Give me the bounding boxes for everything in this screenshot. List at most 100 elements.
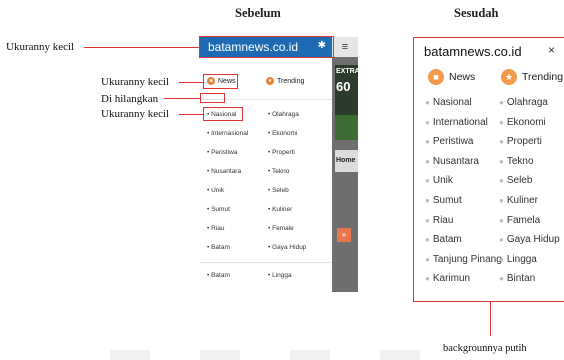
after-menu-item[interactable]: ● Riau — [425, 215, 453, 226]
before-extra-right-label: Lingga — [272, 272, 292, 279]
before-menu-item[interactable]: • Tekno — [268, 168, 289, 175]
before-menu-item-label: Ekonomi — [272, 130, 298, 137]
before-menu-item[interactable]: • Ekonomi — [268, 130, 297, 137]
bullet-icon: ● — [425, 137, 430, 147]
before-menu-item[interactable]: • Kuliner — [268, 206, 292, 213]
annotation-site-title: Ukuranny kecil — [6, 41, 75, 53]
annotation-box-removed — [200, 93, 225, 103]
before-menu-item[interactable]: • Unik — [207, 187, 224, 194]
after-menu-item-label: Peristiwa — [432, 136, 474, 148]
before-menu-item[interactable]: • Properti — [268, 149, 295, 156]
before-menu-item-label: Unik — [211, 187, 225, 194]
before-menu-item[interactable]: • Female — [268, 225, 294, 232]
bullet-icon: ● — [425, 235, 430, 245]
bullet-icon: ● — [425, 254, 430, 264]
after-menu-item[interactable]: ● Sumut — [425, 195, 462, 206]
after-menu-item[interactable]: ● Nusantara — [425, 156, 479, 167]
before-extra-left-label: Batam — [211, 272, 230, 279]
annotation-box-title — [199, 36, 334, 58]
annotation-box-item — [203, 107, 243, 121]
annotation-line-1 — [84, 47, 200, 48]
after-menu-item-label: Nasional — [432, 97, 472, 108]
after-menu-item[interactable]: ● Nasional — [425, 97, 472, 108]
hamburger-icon[interactable]: ≡ — [332, 37, 358, 57]
after-menu-item-label: Batam — [432, 234, 462, 246]
after-menu-item[interactable]: ● Seleb — [499, 175, 532, 186]
after-menu-item-label: Karimun — [432, 273, 471, 285]
thumbnail-text-score: 60 — [336, 79, 351, 94]
trending-icon: ★ — [266, 77, 274, 85]
after-menu-item[interactable]: ● Tekno — [499, 156, 534, 167]
after-menu-item[interactable]: ● Lingga — [499, 254, 537, 265]
annotation-background: backgrounnya putih — [443, 343, 527, 354]
bullet-icon: ● — [499, 176, 504, 186]
bullet-icon: ● — [499, 196, 504, 205]
before-extra-left[interactable]: • Batam — [207, 272, 230, 279]
after-menu-item[interactable]: ● Unik — [425, 175, 453, 186]
article-thumbnail[interactable]: EXTRA 60 — [335, 65, 360, 140]
before-menu-item-label: Kuliner — [272, 206, 293, 213]
before-extra-right[interactable]: • Lingga — [268, 272, 292, 279]
before-menu-item-label: Nusantara — [211, 168, 242, 175]
bullet-icon: ● — [425, 98, 430, 107]
thumbnail-text-top: EXTRA — [336, 68, 360, 75]
footer-block — [200, 350, 240, 360]
after-menu-item[interactable]: ● Batam — [425, 234, 462, 245]
annotation-line-5 — [490, 302, 491, 336]
before-menu-item-label: Sumut — [211, 206, 230, 213]
before-menu-item[interactable]: • Internasional — [207, 130, 248, 137]
bullet-icon: ● — [499, 274, 504, 284]
annotation-line-2 — [179, 82, 204, 83]
after-menu-item[interactable]: ● Bintan — [499, 273, 535, 284]
after-menu-item[interactable]: ● Gaya Hidup — [499, 234, 560, 245]
before-menu-item[interactable]: • Seleb — [268, 187, 289, 194]
before-menu-item[interactable]: • Olahraga — [268, 111, 299, 118]
after-menu-item-label: Olahraga — [506, 97, 548, 108]
bullet-icon: ● — [499, 117, 504, 127]
bullet-icon: ● — [499, 98, 504, 107]
scroll-up-button[interactable]: » — [337, 228, 351, 242]
after-menu-item[interactable]: ● Karimun — [425, 273, 470, 284]
bullet-icon: ● — [425, 274, 430, 284]
heading-before: Sebelum — [235, 6, 281, 20]
after-tab-news[interactable]: ■ News — [428, 69, 475, 85]
footer-block — [290, 350, 330, 360]
close-icon[interactable]: × — [548, 43, 555, 57]
before-menu-item[interactable]: • Nusantara — [207, 168, 241, 175]
before-menu-item[interactable]: • Batam — [207, 244, 230, 251]
after-menu-item-label: Lingga — [506, 253, 537, 265]
annotation-box-tabs — [203, 74, 238, 89]
before-menu-item[interactable]: • Gaya Hidup — [268, 244, 306, 251]
after-tab-trending[interactable]: ★ Trending — [501, 69, 563, 85]
before-menu-item[interactable]: • Peristiwa — [207, 149, 237, 156]
before-tab-trending[interactable]: ★ Trending — [266, 77, 304, 85]
before-menu-item[interactable]: • Sumut — [207, 206, 230, 213]
after-menu-item[interactable]: ● Kuliner — [499, 195, 538, 206]
before-menu-item[interactable]: • Riau — [207, 225, 224, 232]
after-menu-item[interactable]: ● Ekonomi — [499, 117, 546, 128]
after-menu-item[interactable]: ● Peristiwa — [425, 136, 473, 147]
after-menu-item[interactable]: ● International — [425, 117, 488, 128]
before-divider-bottom — [200, 262, 332, 263]
after-menu-item-label: Tanjung Pinang — [432, 253, 502, 265]
annotation-removed: Di hilangkan — [101, 93, 159, 105]
bullet-icon: ● — [499, 137, 504, 147]
annotation-item: Ukuranny kecil — [101, 108, 170, 120]
bullet-icon: ● — [499, 235, 504, 245]
bullet-icon: ● — [499, 215, 504, 225]
thumbnail-field — [335, 115, 358, 140]
after-menu-item-label: Riau — [432, 214, 454, 226]
footer-block — [380, 350, 420, 360]
bullet-icon: ● — [499, 254, 504, 264]
bullet-icon: ● — [425, 176, 430, 186]
after-menu-item[interactable]: ● Olahraga — [499, 97, 548, 108]
home-label[interactable]: Home — [335, 150, 358, 172]
before-menu-item-label: Peristiwa — [211, 149, 238, 156]
after-menu-item[interactable]: ● Properti — [499, 136, 542, 147]
after-menu-item-label: Sumut — [432, 195, 462, 206]
after-site-title[interactable]: batamnews.co.id — [424, 44, 522, 59]
bullet-icon: ● — [425, 215, 430, 225]
after-menu-item[interactable]: ● Famela — [499, 215, 540, 226]
before-menu-item-label: Gaya Hidup — [272, 244, 307, 251]
after-menu-item[interactable]: ● Tanjung Pinang — [425, 254, 502, 265]
